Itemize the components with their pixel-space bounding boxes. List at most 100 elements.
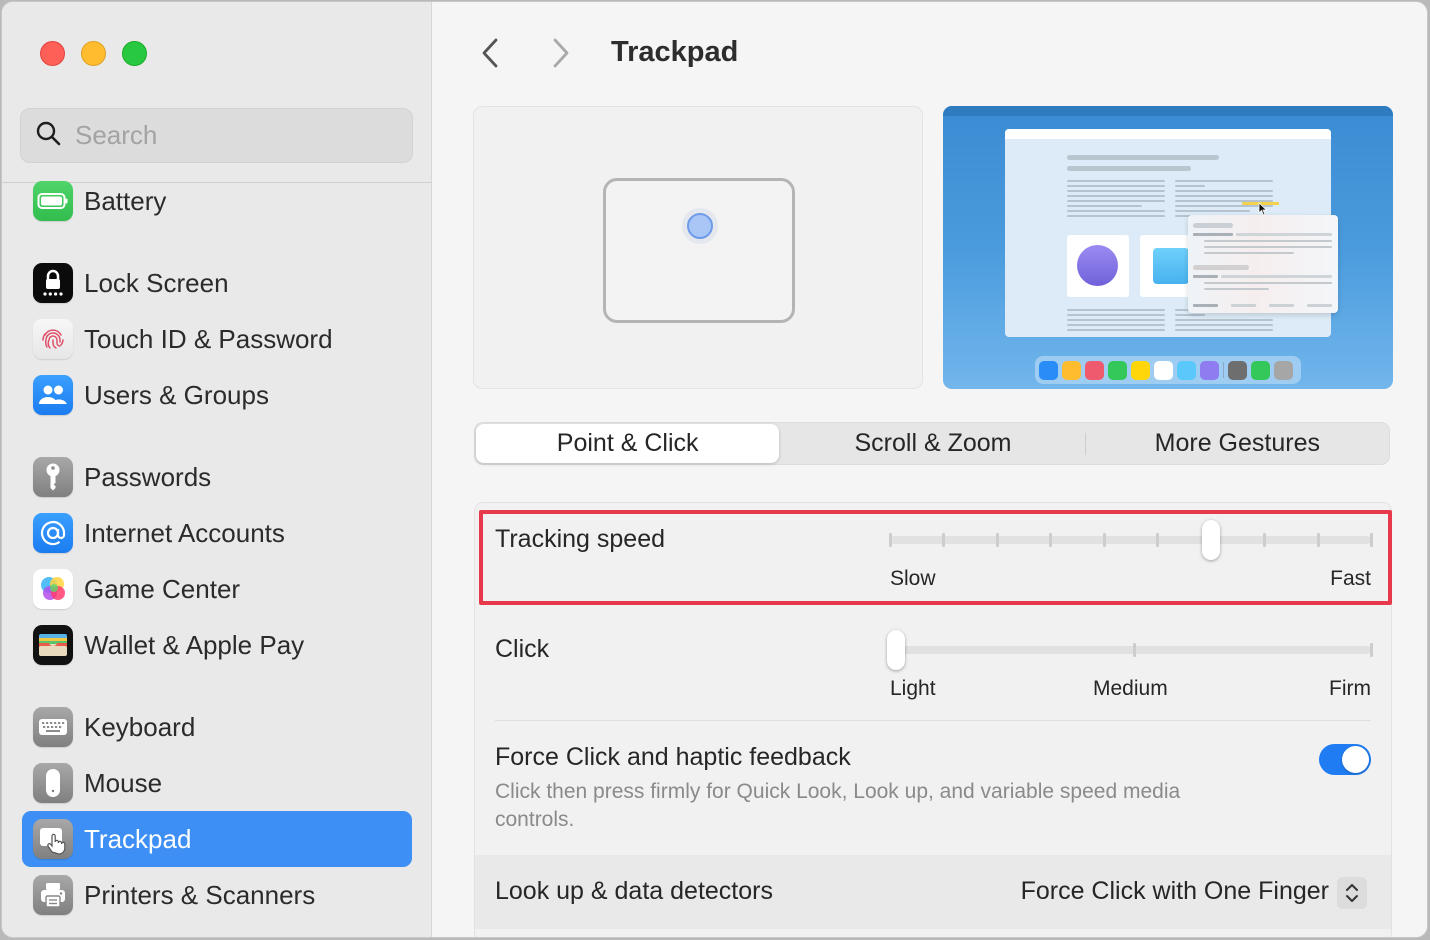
tracking-speed-slider[interactable] bbox=[889, 520, 1373, 560]
sidebar-item-passwords[interactable]: Passwords bbox=[22, 449, 412, 505]
text-line-placeholder bbox=[1067, 190, 1165, 192]
at-sign-icon bbox=[33, 513, 73, 553]
finger-touch-indicator bbox=[687, 213, 713, 239]
sidebar-item-label: Game Center bbox=[84, 573, 241, 604]
slider-tick bbox=[1156, 533, 1160, 547]
sidebar-item-label: Touch ID & Password bbox=[84, 323, 333, 354]
click-medium-label: Medium bbox=[1093, 677, 1168, 700]
sidebar-item-printers[interactable]: Printers & Scanners bbox=[22, 867, 412, 923]
slider-track bbox=[890, 536, 1371, 544]
text-line-placeholder bbox=[1175, 329, 1273, 331]
sidebar-item-mouse[interactable]: Mouse bbox=[22, 755, 412, 811]
search-icon bbox=[35, 120, 61, 151]
sidebar-item-label: Wallet & Apple Pay bbox=[84, 629, 305, 660]
text-line-placeholder bbox=[1067, 195, 1165, 197]
cursor-icon bbox=[1258, 202, 1268, 216]
click-label: Click bbox=[495, 635, 550, 663]
chevron-left-icon bbox=[482, 38, 498, 68]
text-line-placeholder bbox=[1067, 180, 1165, 182]
dock-app-icon bbox=[1274, 360, 1293, 380]
sidebar-item-label: Battery bbox=[84, 185, 167, 216]
slider-tick bbox=[995, 533, 999, 547]
sidebar-item-users-groups[interactable]: Users & Groups bbox=[22, 367, 412, 423]
dock-app-icon bbox=[1228, 360, 1247, 380]
sidebar-item-label: Keyboard bbox=[84, 711, 196, 742]
slider-tick bbox=[889, 533, 892, 547]
text-line-placeholder bbox=[1175, 195, 1273, 197]
slider-tick bbox=[1316, 533, 1320, 547]
slider-min-label: Slow bbox=[890, 567, 936, 590]
sidebar-item-lock-screen[interactable]: Lock Screen bbox=[22, 255, 412, 311]
text-line-placeholder bbox=[1067, 309, 1165, 311]
text-line-placeholder bbox=[1067, 205, 1142, 207]
sidebar-item-label: Trackpad bbox=[84, 823, 192, 854]
game-center-icon bbox=[33, 569, 73, 609]
click-pressure-slider[interactable] bbox=[887, 630, 1373, 670]
search-field[interactable] bbox=[20, 108, 413, 163]
main-pane: Trackpad Point & Click Scroll & Zoom Mor… bbox=[433, 2, 1427, 937]
dock-app-icon bbox=[1177, 360, 1196, 380]
sidebar-item-label: Users & Groups bbox=[84, 379, 269, 410]
slider-tick bbox=[1370, 533, 1373, 547]
text-line-placeholder bbox=[1067, 200, 1165, 202]
search-input[interactable] bbox=[75, 120, 375, 151]
preview-dock bbox=[1035, 356, 1301, 384]
sidebar: Battery Lock Screen Touch ID & Password bbox=[2, 2, 432, 937]
slider-thumb[interactable] bbox=[1201, 520, 1220, 560]
sidebar-item-label: Mouse bbox=[84, 767, 163, 798]
lookup-label: Look up & data detectors bbox=[495, 877, 773, 905]
text-line-placeholder bbox=[1067, 319, 1165, 321]
text-line-placeholder bbox=[1175, 319, 1273, 321]
slider-tick bbox=[942, 533, 946, 547]
force-click-row: Force Click and haptic feedback Click th… bbox=[475, 721, 1391, 855]
chevron-up-down-icon bbox=[1346, 884, 1358, 902]
keyboard-icon bbox=[33, 707, 73, 747]
sidebar-item-wallet[interactable]: Wallet & Apple Pay bbox=[22, 617, 412, 673]
gesture-preview-video bbox=[943, 106, 1393, 389]
window-controls bbox=[40, 41, 147, 66]
minimize-window-button[interactable] bbox=[81, 41, 106, 66]
text-line-placeholder bbox=[1067, 215, 1165, 217]
mouse-icon bbox=[33, 763, 73, 803]
close-window-button[interactable] bbox=[40, 41, 65, 66]
dock-app-icon bbox=[1039, 360, 1058, 380]
force-click-toggle[interactable] bbox=[1319, 744, 1371, 775]
sidebar-item-internet-accounts[interactable]: Internet Accounts bbox=[22, 505, 412, 561]
tab-bar: Point & Click Scroll & Zoom More Gesture… bbox=[474, 422, 1390, 465]
text-line-placeholder bbox=[1067, 314, 1165, 316]
slider-max-label: Fast bbox=[1330, 567, 1371, 590]
lookup-popover-illustration bbox=[1188, 215, 1338, 313]
back-button[interactable] bbox=[475, 36, 505, 70]
sidebar-item-game-center[interactable]: Game Center bbox=[22, 561, 412, 617]
click-firm-label: Firm bbox=[1329, 677, 1371, 700]
dock-app-icon bbox=[1251, 360, 1270, 380]
sidebar-item-trackpad[interactable]: Trackpad bbox=[22, 811, 412, 867]
sidebar-item-touch-id[interactable]: Touch ID & Password bbox=[22, 311, 412, 367]
slider-thumb[interactable] bbox=[887, 630, 905, 670]
tab-point-click[interactable]: Point & Click bbox=[476, 424, 780, 463]
text-line-placeholder bbox=[1067, 329, 1165, 331]
sidebar-item-keyboard[interactable]: Keyboard bbox=[22, 699, 412, 755]
system-settings-window: Battery Lock Screen Touch ID & Password bbox=[1, 1, 1428, 938]
dock-separator bbox=[1223, 362, 1224, 378]
sidebar-item-label: Lock Screen bbox=[84, 267, 229, 298]
click-row: Click Light Medium Firm bbox=[475, 611, 1391, 721]
force-click-description: Click then press firmly for Quick Look, … bbox=[495, 780, 1181, 831]
text-line-placeholder bbox=[1067, 185, 1165, 187]
lookup-popup-button[interactable] bbox=[1337, 877, 1367, 909]
lookup-row: Look up & data detectors Force Click wit… bbox=[475, 855, 1391, 929]
toggle-knob bbox=[1342, 746, 1369, 773]
forward-button[interactable] bbox=[546, 36, 576, 70]
tab-more-gestures[interactable]: More Gestures bbox=[1086, 423, 1389, 464]
text-line-placeholder bbox=[1175, 210, 1250, 212]
lookup-popup-value[interactable]: Force Click with One Finger bbox=[1021, 877, 1329, 906]
fingerprint-icon bbox=[33, 319, 73, 359]
zoom-window-button[interactable] bbox=[122, 41, 147, 66]
sidebar-item-battery[interactable]: Battery bbox=[22, 173, 412, 229]
key-icon bbox=[33, 457, 73, 497]
users-icon bbox=[33, 375, 73, 415]
text-line-placeholder bbox=[1067, 324, 1165, 326]
tab-scroll-zoom[interactable]: Scroll & Zoom bbox=[781, 423, 1084, 464]
dock-app-icon bbox=[1085, 360, 1104, 380]
tracking-speed-row: Tracking speed Slow Fast bbox=[475, 503, 1391, 611]
